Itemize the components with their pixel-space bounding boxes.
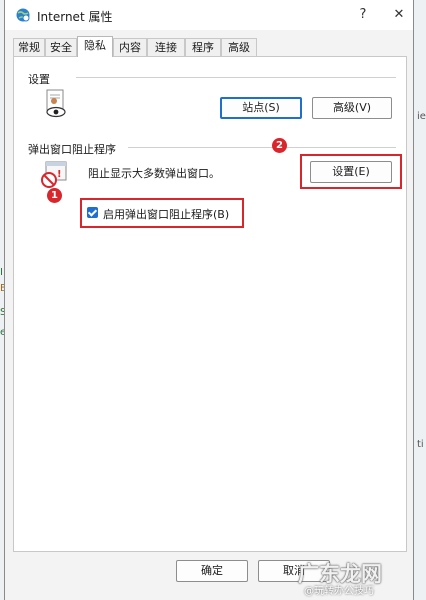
tab-advanced[interactable]: 高级 [221,38,257,56]
popup-blocker-description: 阻止显示大多数弹出窗口。 [88,167,220,180]
title-bar: Internet 属性 ? ✕ [5,0,413,30]
internet-properties-dialog: Internet 属性 ? ✕ 常规 安全 隐私 内容 连接 程序 高级 设置 … [4,0,414,600]
tab-privacy[interactable]: 隐私 [77,36,113,57]
privacy-tab-panel: 设置 站点(S) 高级(V) 弹出窗口阻止程序 ! 阻止显示大多数弹出窗口。 设… [13,56,407,552]
background-text-fragment: I [0,267,3,278]
tab-programs[interactable]: 程序 [185,38,221,56]
close-button[interactable]: ✕ [387,4,411,26]
tab-general[interactable]: 常规 [13,38,45,56]
background-window-right [414,0,426,600]
tab-content[interactable]: 内容 [113,38,147,56]
advanced-button[interactable]: 高级(V) [312,97,392,119]
internet-globe-icon [16,8,30,22]
watermark-subtitle: @玩转办公技巧 [304,586,374,597]
svg-text:!: ! [57,169,62,180]
annotation-badge-2: 2 [272,138,287,153]
annotation-highlight-settings-button [300,154,402,189]
annotation-badge-1: 1 [47,188,62,203]
sites-button[interactable]: 站点(S) [220,97,302,119]
privacy-report-icon [46,89,66,118]
popup-blocker-group-divider [128,147,396,148]
settings-group-label: 设置 [28,73,50,86]
settings-group-divider [76,77,396,78]
tab-security[interactable]: 安全 [45,38,77,56]
annotation-highlight-enable-checkbox [80,198,244,228]
ok-button[interactable]: 确定 [176,560,248,582]
tab-connections[interactable]: 连接 [147,38,185,56]
window-title: Internet 属性 [37,10,113,24]
background-text-fragment: ti [417,439,424,450]
popup-blocker-group-label: 弹出窗口阻止程序 [28,143,116,156]
help-button[interactable]: ? [351,4,375,26]
background-text-fragment: ie [417,111,426,122]
popup-blocker-icon: ! [41,161,67,188]
